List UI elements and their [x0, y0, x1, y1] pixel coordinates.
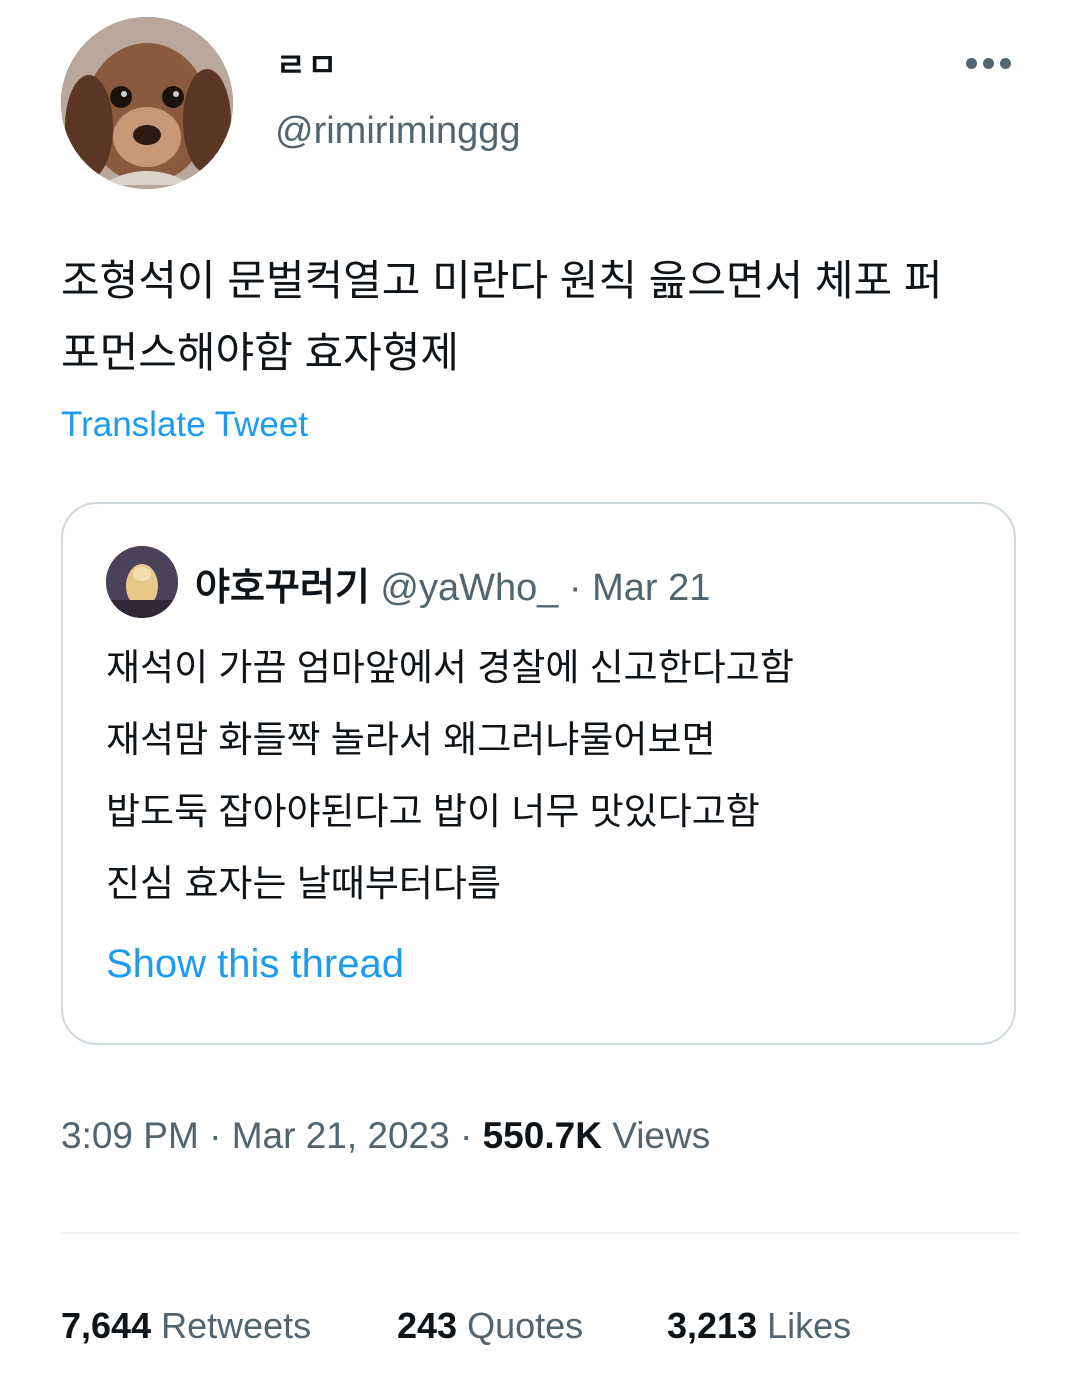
retweets-count: 7,644	[61, 1305, 152, 1346]
quotes-stat[interactable]: 243 Quotes	[397, 1305, 583, 1347]
quoted-tweet-card[interactable]: 야호꾸러기 @yaWho_ · Mar 21 재석이 가끔 엄마앞에서 경찰에 …	[61, 502, 1016, 1045]
retweets-label: Retweets	[161, 1305, 312, 1346]
more-horizontal-icon	[982, 57, 994, 69]
quotes-label: Quotes	[467, 1305, 584, 1346]
quote-text: 재석이 가끔 엄마앞에서 경찰에 신고한다고함 재석맘 화들짝 놀라서 왜그러냐…	[106, 632, 986, 920]
author-avatar[interactable]	[61, 17, 233, 189]
quote-avatar-image	[106, 546, 178, 618]
likes-stat[interactable]: 3,213 Likes	[667, 1305, 851, 1347]
meta-separator: ·	[209, 1115, 222, 1156]
quotes-count: 243	[397, 1305, 458, 1346]
quote-date[interactable]: Mar 21	[592, 567, 710, 609]
more-horizontal-icon	[965, 57, 977, 69]
tweet-meta: 3:09 PM · Mar 21, 2023 · 550.7K Views	[61, 1115, 710, 1157]
meta-separator: ·	[460, 1115, 473, 1156]
quote-header: 야호꾸러기 @yaWho_ · Mar 21	[195, 556, 710, 611]
tweet-time[interactable]: 3:09 PM	[61, 1115, 199, 1156]
tweet-text: 조형석이 문벌컥열고 미란다 원칙 읊으면서 체포 퍼 포먼스해야함 효자형제	[61, 245, 1041, 389]
more-options-button[interactable]	[958, 46, 1018, 80]
quote-separator: ·	[568, 567, 582, 609]
show-thread-link[interactable]: Show this thread	[106, 942, 404, 987]
dachshund-avatar-image	[61, 17, 233, 189]
author-handle[interactable]: @rimiriminggg	[275, 110, 521, 153]
quote-text-line: 재석맘 화들짝 놀라서 왜그러냐물어보면	[106, 719, 716, 760]
divider	[61, 1232, 1019, 1234]
quote-text-line: 밥도둑 잡아야된다고 밥이 너무 맛있다고함	[106, 791, 760, 832]
tweet-date[interactable]: Mar 21, 2023	[232, 1115, 450, 1156]
retweets-stat[interactable]: 7,644 Retweets	[61, 1305, 311, 1347]
quote-handle[interactable]: @yaWho_	[380, 567, 558, 609]
quote-text-line: 진심 효자는 날때부터다름	[106, 863, 501, 904]
quote-author-avatar[interactable]	[106, 546, 178, 618]
author-display-name[interactable]: ㄹㅁ	[276, 40, 339, 86]
quote-display-name[interactable]: 야호꾸러기	[195, 567, 370, 609]
views-count: 550.7K	[482, 1115, 602, 1156]
likes-label: Likes	[767, 1305, 852, 1346]
tweet-text-line: 포먼스해야함 효자형제	[61, 329, 460, 376]
likes-count: 3,213	[667, 1305, 758, 1346]
quote-text-line: 재석이 가끔 엄마앞에서 경찰에 신고한다고함	[106, 647, 794, 688]
translate-tweet-link[interactable]: Translate Tweet	[61, 405, 308, 445]
tweet-text-line: 조형석이 문벌컥열고 미란다 원칙 읊으면서 체포 퍼	[61, 257, 943, 304]
more-horizontal-icon	[999, 57, 1011, 69]
views-label: Views	[612, 1115, 711, 1156]
tweet-detail: ㄹㅁ @rimiriminggg 조형석이 문벌컥열고 미란다 원칙 읊으면서 …	[0, 0, 1080, 1395]
